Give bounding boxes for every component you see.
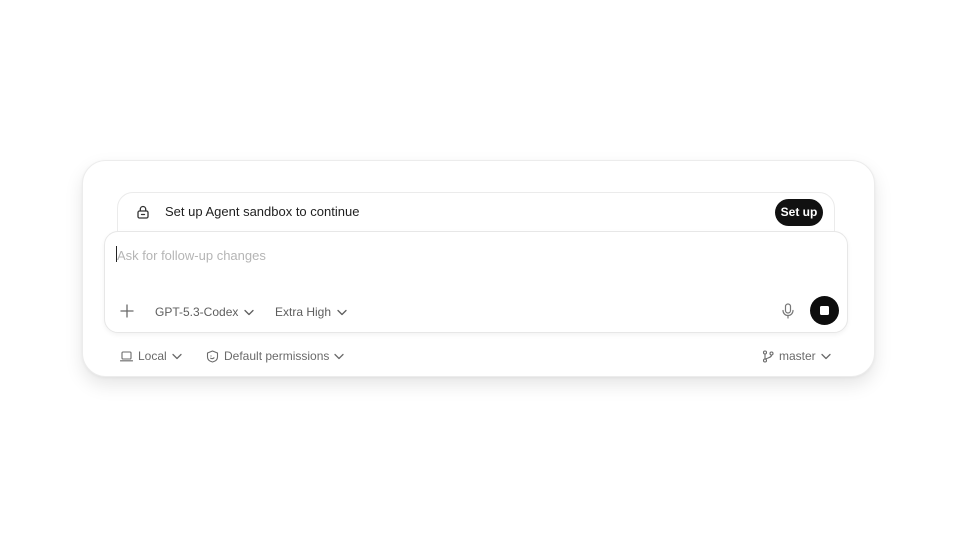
text-cursor [116, 246, 117, 262]
follow-up-input[interactable] [117, 245, 817, 265]
stop-button[interactable] [810, 296, 839, 325]
stop-icon [820, 306, 829, 315]
permissions-selector[interactable]: Default permissions [206, 348, 345, 364]
git-branch-icon [762, 349, 774, 363]
environment-selector[interactable]: Local [120, 348, 182, 364]
model-label: GPT-5.3-Codex [155, 305, 239, 319]
set-up-button[interactable]: Set up [775, 199, 823, 226]
chevron-down-icon [334, 353, 345, 359]
effort-label: Extra High [275, 305, 332, 319]
plus-icon[interactable] [118, 302, 136, 320]
chevron-down-icon [244, 309, 255, 315]
branch-label: master [779, 349, 816, 363]
lock-icon [137, 205, 149, 219]
environment-label: Local [138, 349, 167, 363]
permissions-label: Default permissions [224, 349, 330, 363]
shield-icon [206, 349, 219, 363]
chevron-down-icon [172, 353, 182, 359]
microphone-icon[interactable] [781, 303, 795, 319]
chevron-down-icon [337, 309, 347, 315]
laptop-icon [120, 350, 133, 361]
sandbox-setup-message: Set up Agent sandbox to continue [165, 204, 360, 219]
reasoning-effort-selector[interactable]: Extra High [275, 303, 347, 321]
model-selector[interactable]: GPT-5.3-Codex [155, 303, 255, 321]
chevron-down-icon [821, 353, 831, 359]
branch-selector[interactable]: master [762, 348, 831, 364]
